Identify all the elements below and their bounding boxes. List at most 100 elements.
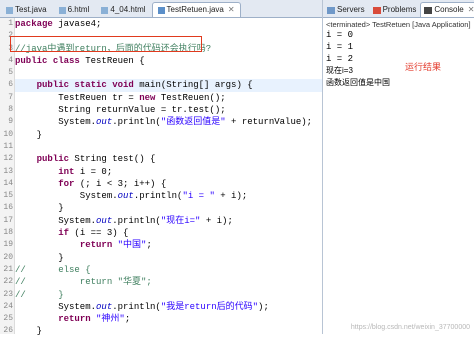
console-output-line: i = 0 xyxy=(326,30,354,40)
code-text: package javase4; xyxy=(15,19,102,29)
code-text: System.out.println("现在i=" + i); xyxy=(15,215,233,226)
line-number: 1 xyxy=(8,19,13,28)
code-text: } xyxy=(15,203,64,214)
tab-problems[interactable]: Problems xyxy=(369,2,421,17)
console-output-line: 现在i=3 xyxy=(326,66,353,75)
code-line[interactable]: 6 public static void main(String[] args)… xyxy=(8,79,322,92)
close-tab-icon[interactable]: ✕ xyxy=(468,3,474,17)
line-number: 23 xyxy=(3,289,13,299)
code-text: System.out.println("函数返回值是" + returnValu… xyxy=(15,117,313,128)
problems-icon xyxy=(372,6,381,14)
console-output-line: i = 1 xyxy=(326,42,354,52)
code-line[interactable]: 7 TestReuen tr = new TestReuen(); xyxy=(8,92,322,104)
line-number: 20 xyxy=(3,252,13,262)
code-line[interactable]: 25 return "神州"; xyxy=(3,313,322,325)
tab-label: Test.java xyxy=(15,5,47,14)
code-text: // else { xyxy=(15,264,91,275)
tab-test-java[interactable]: Test.java xyxy=(0,2,53,17)
tab-label: TestRetuen.java xyxy=(166,5,224,14)
code-text: if (i == 3) { xyxy=(58,228,129,239)
line-number: 7 xyxy=(8,92,13,102)
code-line[interactable]: 5 xyxy=(8,67,322,79)
console-panel: Servers Problems Console ✕ <terminated> … xyxy=(323,0,474,334)
run-result-annotation: 运行结果 xyxy=(405,62,442,72)
code-text: System.out.println("i = " + i); xyxy=(15,191,248,202)
tab-4-04-html[interactable]: 4_04.html xyxy=(95,2,151,17)
code-line[interactable]: 8 String returnValue = tr.test(); xyxy=(8,104,322,116)
code-text: // } xyxy=(15,289,64,300)
code-line[interactable]: 4 public class TestReuen { xyxy=(8,55,322,67)
tab-label: Problems xyxy=(382,5,417,14)
code-line[interactable]: 14 for (; i < 3; i++) { xyxy=(3,178,322,190)
line-number: 5 xyxy=(8,68,13,78)
line-number: 15 xyxy=(3,191,13,201)
close-tab-icon[interactable]: ✕ xyxy=(228,3,235,17)
line-number: 19 xyxy=(3,240,13,250)
line-number: 17 xyxy=(3,215,13,225)
tab-testretuen-java[interactable]: TestRetuen.java ✕ xyxy=(151,2,241,17)
line-number: 24 xyxy=(3,301,13,311)
console-output-line: 函数返回值是中国 xyxy=(326,78,390,87)
line-number: 18 xyxy=(3,228,13,238)
line-number: 8 xyxy=(8,105,13,115)
line-number: 11 xyxy=(3,141,13,151)
html-file-icon xyxy=(101,6,109,14)
code-text: int i = 0; xyxy=(58,166,113,177)
code-line[interactable]: 23// } xyxy=(3,289,322,301)
code-line[interactable]: 24 System.out.println("我是return后的代码"); xyxy=(3,301,322,313)
comment-highlight-box xyxy=(10,36,202,52)
console-output-line: i = 2 xyxy=(326,54,354,64)
tab-servers[interactable]: Servers xyxy=(323,2,369,17)
code-line[interactable]: 16 } xyxy=(3,202,322,214)
code-text: for (; i < 3; i++) { xyxy=(58,178,167,189)
code-line[interactable]: 21// else { xyxy=(3,264,322,276)
line-number: 12 xyxy=(3,154,13,164)
line-number: 26 xyxy=(3,326,13,336)
line-number: 14 xyxy=(3,178,13,188)
line-number: 6 xyxy=(8,80,13,90)
code-line[interactable]: 20 } xyxy=(3,252,322,264)
line-number: 22 xyxy=(3,277,13,287)
tab-label: 6.html xyxy=(67,5,90,14)
code-line[interactable]: 18 if (i == 3) { xyxy=(3,227,322,239)
code-text: return "神州"; xyxy=(58,314,131,325)
html-file-icon xyxy=(58,6,66,14)
code-line[interactable]: 13 int i = 0; xyxy=(3,166,322,178)
code-line[interactable]: 26 } xyxy=(3,325,322,337)
line-number: 16 xyxy=(3,203,13,213)
code-line[interactable]: 19 return "中国"; xyxy=(3,239,322,251)
code-editor-panel: Test.java 6.html 4_04.html TestRetuen.ja… xyxy=(0,0,323,337)
code-line[interactable]: 1 package javase4; xyxy=(8,18,322,30)
code-line[interactable]: 10 } xyxy=(3,129,322,141)
code-line[interactable]: 22// return "华夏"; xyxy=(3,276,322,288)
code-line[interactable]: 9 System.out.println("函数返回值是" + returnVa… xyxy=(8,116,322,128)
tab-label: 4_04.html xyxy=(110,5,146,14)
line-number: 21 xyxy=(3,264,13,274)
code-text: String returnValue = tr.test(); xyxy=(15,105,226,116)
code-text: TestReuen tr = new TestReuen(); xyxy=(15,92,226,103)
code-text: } xyxy=(15,129,43,140)
console-icon xyxy=(424,6,433,14)
code-text: public class TestReuen { xyxy=(15,55,145,66)
code-line[interactable]: 11 xyxy=(3,141,322,153)
code-text: } xyxy=(15,326,43,337)
editor-tab-bar: Test.java 6.html 4_04.html TestRetuen.ja… xyxy=(0,0,322,18)
watermark: https://blog.csdn.net/weixin_37700000 xyxy=(350,324,470,331)
code-text: public String test() { xyxy=(36,154,156,165)
code-text: public static void main(String[] args) { xyxy=(36,80,253,91)
line-number: 25 xyxy=(3,314,13,324)
line-number: 4 xyxy=(8,55,13,65)
console-tab-bar: Servers Problems Console ✕ xyxy=(323,0,474,18)
tab-6-html[interactable]: 6.html xyxy=(53,2,96,17)
code-text: // return "华夏"; xyxy=(15,277,152,288)
servers-icon xyxy=(327,6,335,14)
code-line[interactable]: 17 System.out.println("现在i=" + i); xyxy=(3,215,322,227)
code-line[interactable]: 15 System.out.println("i = " + i); xyxy=(3,190,322,202)
code-line[interactable]: 12 public String test() { xyxy=(3,153,322,165)
tab-label: Console xyxy=(434,5,464,14)
source-code[interactable]: 1 package javase4; 2 3//java中遇到return，后面的代码… xyxy=(3,18,322,337)
tab-console[interactable]: Console ✕ xyxy=(420,2,474,17)
java-file-icon xyxy=(157,6,165,14)
line-number: 9 xyxy=(8,117,13,127)
line-number: 10 xyxy=(3,129,13,139)
